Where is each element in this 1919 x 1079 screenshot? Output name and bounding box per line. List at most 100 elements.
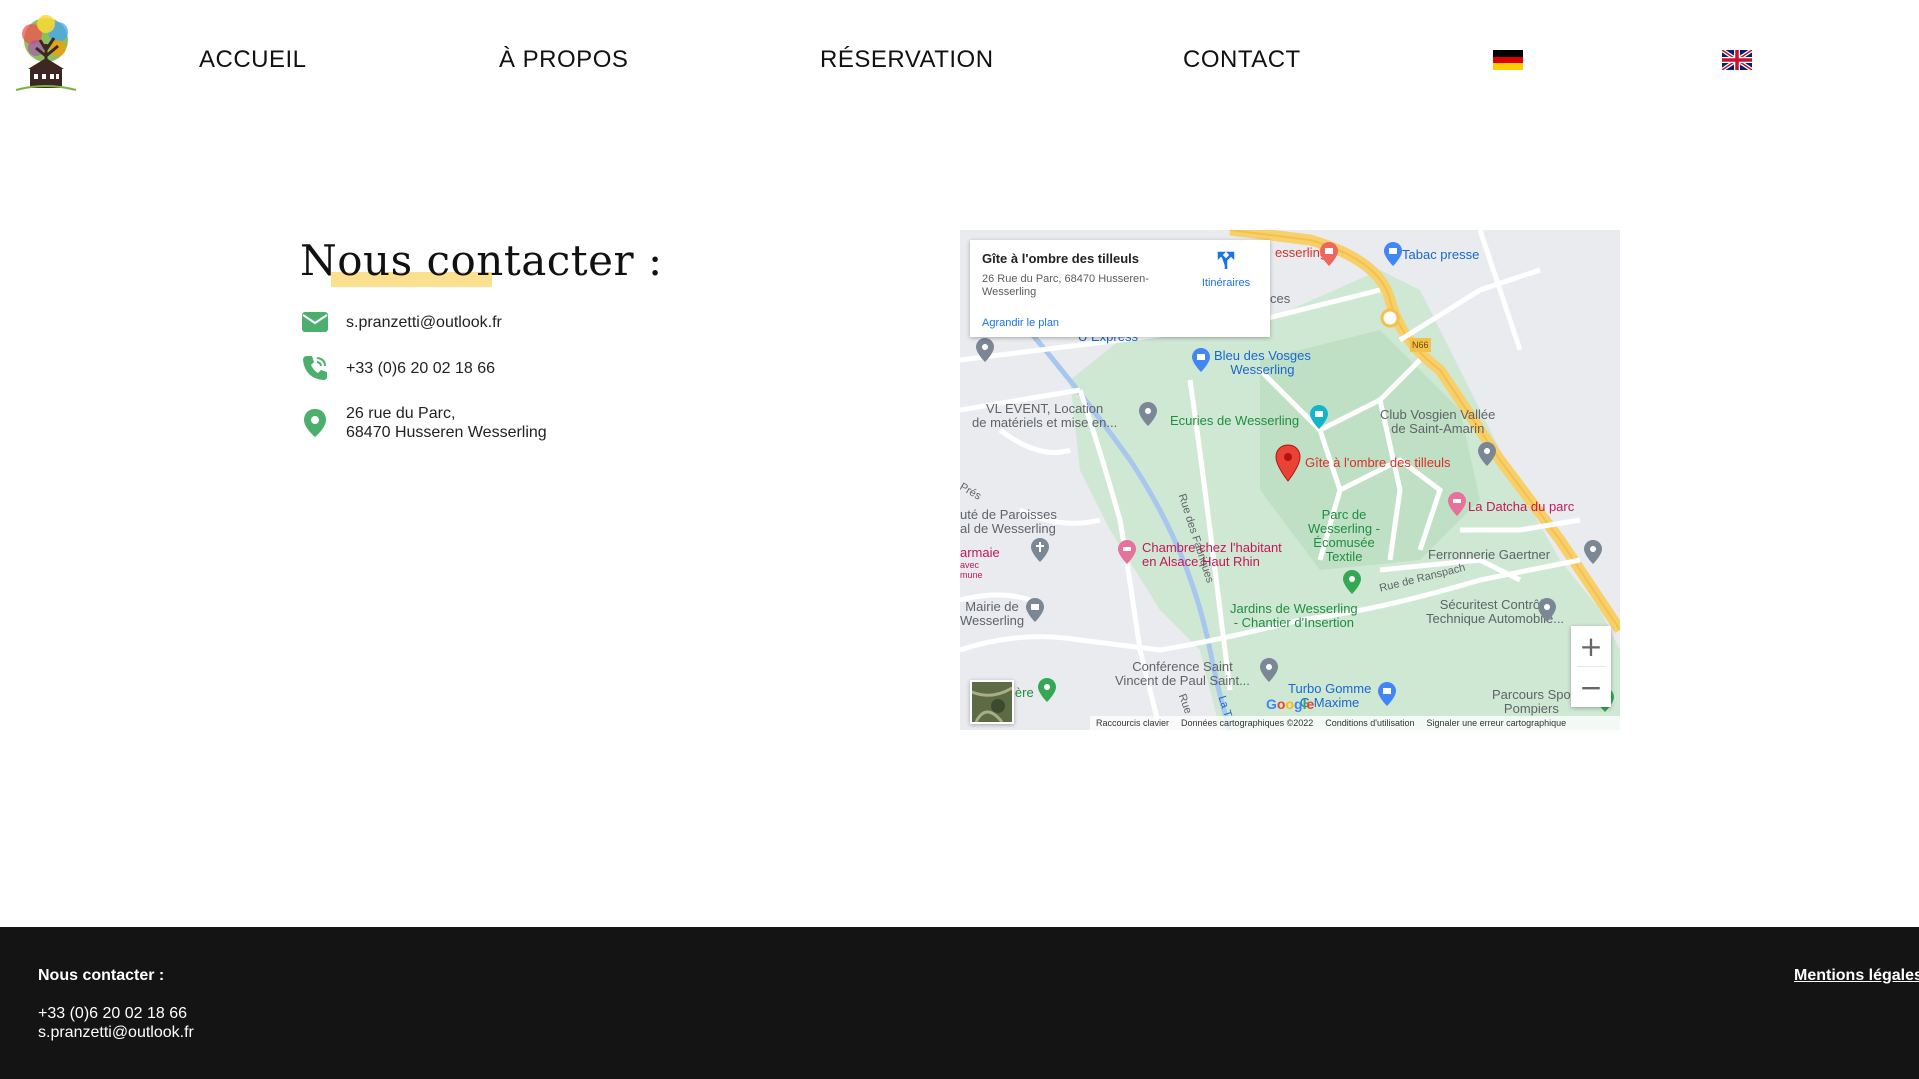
conference-line1: Conférence Saint bbox=[1132, 659, 1233, 674]
church-marker-icon[interactable] bbox=[1031, 538, 1049, 562]
satellite-thumbnail-icon bbox=[971, 682, 1013, 723]
map-label-gite[interactable]: Gîte à l'ombre des tilleuls bbox=[1305, 456, 1451, 470]
site-logo[interactable] bbox=[12, 12, 80, 94]
address-line-1: 26 rue du Parc, bbox=[346, 405, 456, 422]
bleu-vosges-line1: Bleu des Vosges bbox=[1214, 348, 1311, 363]
parc-line2: Wesserling - bbox=[1308, 521, 1381, 536]
bleu-vosges-line2: Wesserling bbox=[1230, 362, 1295, 377]
google-map[interactable]: esserling Tabac presse ces U Express Ble… bbox=[960, 230, 1620, 730]
pharmacie-line3: mune bbox=[960, 570, 983, 580]
german-flag-icon[interactable] bbox=[1493, 50, 1523, 70]
map-label-vl-event[interactable]: VL EVENT, Location de matériels et mise … bbox=[972, 402, 1117, 430]
zoom-out-button[interactable]: − bbox=[1571, 667, 1611, 707]
nav-a-propos[interactable]: À PROPOS bbox=[499, 46, 628, 74]
map-label-ferronnerie[interactable]: Ferronnerie Gaertner bbox=[1428, 548, 1550, 562]
parcours-line1: Parcours Spo bbox=[1492, 687, 1571, 702]
contact-address-row: 26 rue du Parc, 68470 Husseren Wesserlin… bbox=[300, 404, 547, 442]
map-label-pharmacie-sub: avec mune bbox=[960, 560, 983, 580]
site-footer: Nous contacter : +33 (0)6 20 02 18 66 s.… bbox=[0, 927, 1919, 1079]
nav-accueil[interactable]: ACCUEIL bbox=[199, 46, 307, 74]
contact-phone[interactable]: +33 (0)6 20 02 18 66 bbox=[346, 359, 495, 378]
shopping-marker-icon[interactable] bbox=[1384, 242, 1402, 266]
club-line1: Club Vosgien Vallée bbox=[1380, 407, 1496, 422]
poi-marker-icon[interactable] bbox=[1260, 658, 1278, 682]
paroisses-line2: al de Wesserling bbox=[960, 521, 1056, 536]
map-label-ecuries[interactable]: Ecuries de Wesserling bbox=[1170, 414, 1299, 428]
park-marker-icon[interactable] bbox=[1038, 678, 1056, 702]
park-marker-icon[interactable] bbox=[1343, 570, 1361, 594]
hotel-marker-icon[interactable] bbox=[1448, 492, 1466, 516]
poi-marker-icon[interactable] bbox=[976, 338, 994, 362]
map-label-jardins[interactable]: Jardins de Wesserling - Chantier d'Inser… bbox=[1230, 602, 1358, 630]
map-label-tabac[interactable]: Tabac presse bbox=[1402, 248, 1479, 262]
parc-line1: Parc de bbox=[1321, 507, 1367, 522]
address-line-2: 68470 Husseren Wesserling bbox=[346, 424, 547, 441]
hotel-marker-icon[interactable] bbox=[1118, 540, 1136, 564]
keyboard-shortcuts-link[interactable]: Raccourcis clavier bbox=[1096, 718, 1169, 728]
zoom-in-button[interactable]: + bbox=[1571, 626, 1611, 666]
contact-email[interactable]: s.pranzetti@outlook.fr bbox=[346, 313, 502, 332]
directions-label: Itinéraires bbox=[1201, 277, 1251, 289]
contact-email-row: s.pranzetti@outlook.fr bbox=[300, 307, 502, 337]
parc-line4: Textile bbox=[1325, 549, 1363, 564]
map-label-paroisses[interactable]: uté de Paroisses al de Wesserling bbox=[960, 508, 1057, 536]
museum-marker-icon[interactable] bbox=[1310, 405, 1328, 429]
paroisses-line1: uté de Paroisses bbox=[960, 507, 1057, 522]
map-label-pharmacie[interactable]: armaie bbox=[960, 546, 1000, 560]
map-label-bleu-vosges[interactable]: Bleu des Vosges Wesserling bbox=[1214, 349, 1311, 377]
map-label-services: ces bbox=[1270, 291, 1291, 306]
map-label-conference[interactable]: Conférence Saint Vincent de Paul Saint..… bbox=[1115, 660, 1250, 688]
map-label-n66: N66 bbox=[1410, 338, 1431, 352]
securitest-line1: Sécuritest Contrôle bbox=[1439, 597, 1551, 612]
townhall-marker-icon[interactable] bbox=[1026, 598, 1044, 622]
jardins-line2: - Chantier d'Insertion bbox=[1233, 615, 1354, 630]
satellite-view-toggle[interactable] bbox=[970, 680, 1014, 724]
place-name: Gîte à l'ombre des tilleuls bbox=[982, 251, 1139, 266]
place-address: 26 Rue du Parc, 68470 Husseren-Wesserlin… bbox=[982, 273, 1149, 298]
map-label-iere[interactable]: ière bbox=[1012, 686, 1034, 700]
uk-flag-icon[interactable] bbox=[1722, 50, 1752, 70]
location-marker-icon[interactable] bbox=[1275, 444, 1301, 482]
shopping-marker-icon[interactable] bbox=[1192, 348, 1210, 372]
mairie-line1: Mairie de bbox=[965, 599, 1019, 614]
shopping-marker-icon[interactable] bbox=[1378, 682, 1396, 706]
parcours-line2: Pompiers bbox=[1503, 701, 1559, 716]
club-line2: de Saint-Amarin bbox=[1391, 421, 1485, 436]
chambre-line1: Chambre chez l'habitant bbox=[1142, 540, 1282, 555]
turbo-line1: Turbo Gomme bbox=[1288, 681, 1372, 696]
directions-icon bbox=[1217, 251, 1235, 269]
footer-email[interactable]: s.pranzetti@outlook.fr bbox=[38, 1024, 194, 1042]
vl-event-line1: VL EVENT, Location bbox=[985, 401, 1104, 416]
map-label-parc-wesserling[interactable]: Parc de Wesserling - Écomusée Textile bbox=[1308, 508, 1380, 564]
vl-event-line2: de matériels et mise en... bbox=[972, 415, 1118, 430]
location-pin-icon bbox=[300, 408, 330, 438]
legal-notice-link[interactable]: Mentions légales bbox=[1794, 967, 1919, 985]
map-label-chambre[interactable]: Chambre chez l'habitant en Alsace Haut R… bbox=[1142, 541, 1282, 569]
poi-marker-icon[interactable] bbox=[1584, 540, 1602, 564]
footer-phone[interactable]: +33 (0)6 20 02 18 66 bbox=[38, 1005, 187, 1023]
poi-marker-icon[interactable] bbox=[1478, 442, 1496, 466]
terms-link[interactable]: Conditions d'utilisation bbox=[1325, 718, 1414, 728]
nav-reservation[interactable]: RÉSERVATION bbox=[820, 46, 994, 74]
zoom-controls: + − bbox=[1571, 626, 1611, 707]
map-label-club-vosgien[interactable]: Club Vosgien Vallée de Saint-Amarin bbox=[1380, 408, 1495, 436]
phone-icon bbox=[300, 353, 330, 383]
enlarge-map-link[interactable]: Agrandir le plan bbox=[982, 317, 1059, 329]
footer-title: Nous contacter : bbox=[38, 967, 165, 984]
poi-marker-icon[interactable] bbox=[1139, 402, 1157, 426]
directions-button[interactable]: Itinéraires bbox=[1196, 250, 1256, 289]
map-data-attribution: Données cartographiques ©2022 bbox=[1181, 718, 1314, 728]
map-attribution-bar: Raccourcis clavier Données cartographiqu… bbox=[1090, 716, 1620, 730]
parc-line3: Écomusée bbox=[1313, 535, 1375, 550]
jardins-line1: Jardins de Wesserling bbox=[1230, 601, 1358, 616]
nav-contact[interactable]: CONTACT bbox=[1183, 46, 1301, 74]
contact-address: 26 rue du Parc, 68470 Husseren Wesserlin… bbox=[346, 404, 547, 442]
map-label-datcha[interactable]: La Datcha du parc bbox=[1468, 500, 1574, 514]
report-error-link[interactable]: Signaler une erreur cartographique bbox=[1427, 718, 1567, 728]
tree-logo-icon bbox=[15, 15, 77, 91]
map-label-parcours[interactable]: Parcours Spo Pompiers bbox=[1492, 688, 1571, 716]
poi-marker-icon[interactable] bbox=[1538, 598, 1556, 622]
restaurant-marker-icon[interactable] bbox=[1320, 242, 1338, 266]
contact-title: Nous contacter : bbox=[300, 236, 663, 285]
map-label-mairie[interactable]: Mairie de Wesserling bbox=[960, 600, 1024, 628]
